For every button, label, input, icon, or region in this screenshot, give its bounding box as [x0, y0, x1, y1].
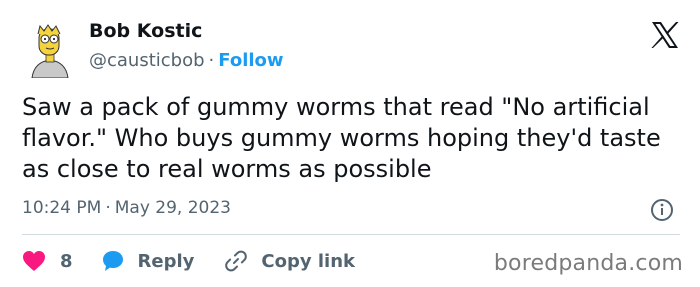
speech-bubble-icon [102, 251, 123, 271]
copy-link-button[interactable]: Copy link [224, 249, 355, 273]
tweet-meta: 10:24 PM · May 29, 2023 [22, 198, 231, 218]
heart-icon [23, 251, 45, 271]
tweet-date[interactable]: May 29, 2023 [115, 198, 231, 218]
reply-button[interactable]: Reply [101, 249, 195, 273]
info-icon[interactable] [650, 198, 674, 222]
avatar[interactable] [22, 22, 78, 79]
watermark: boredpanda.com [493, 251, 683, 276]
x-logo-icon[interactable] [650, 20, 680, 50]
separator-dot: · [208, 50, 215, 71]
follow-button[interactable]: Follow [218, 50, 283, 71]
action-bar: 8 Reply Copy link [22, 247, 355, 275]
like-button[interactable]: 8 [22, 250, 73, 272]
divider [22, 234, 680, 235]
copy-link-label: Copy link [261, 250, 355, 272]
reply-label: Reply [137, 250, 195, 272]
tweet-time[interactable]: 10:24 PM [22, 198, 101, 218]
like-count: 8 [60, 250, 73, 272]
meta-separator: · [105, 198, 111, 218]
tweet-text: Saw a pack of gummy worms that read "No … [22, 93, 661, 183]
author-handle[interactable]: @causticbob [89, 50, 205, 71]
author-name[interactable]: Bob Kostic [89, 20, 202, 42]
author-handle-row: @causticbob · Follow [89, 50, 284, 71]
link-icon [225, 250, 248, 272]
